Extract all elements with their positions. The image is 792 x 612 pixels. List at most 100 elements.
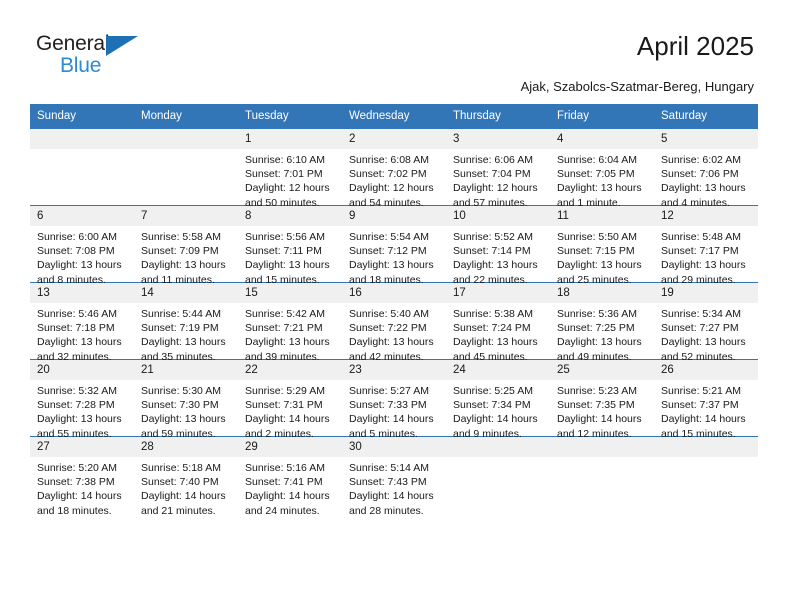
day-cell-inner: 3 Sunrise: 6:06 AM Sunset: 7:04 PM Daylight… [446,129,550,209]
day-detail-line: Sunset: 7:30 PM [141,399,219,412]
day-cell-inner: 13 Sunrise: 5:46 AM Sunset: 7:18 PM Dayligh… [30,283,134,363]
day-detail-line: and 18 minutes. [37,504,112,517]
day-number: 24 [446,360,550,380]
day-number: 5 [654,129,758,149]
day-sun-details: Sunrise: 5:34 AM Sunset: 7:27 PM Daylight:… [654,303,758,364]
day-sun-details: Sunrise: 5:16 AM Sunset: 7:41 PM Daylight:… [238,457,342,518]
day-detail-line: Daylight: 13 hours [349,336,434,349]
day-cell-inner: 10 Sunrise: 5:52 AM Sunset: 7:14 PM Dayligh… [446,206,550,286]
day-detail-line: Daylight: 13 hours [349,259,434,272]
day-number [134,129,238,149]
calendar-day-cell[interactable]: 1 Sunrise: 6:10 AM Sunset: 7:01 PM Daylight… [238,128,342,209]
day-detail-line: Sunrise: 5:16 AM [245,462,325,474]
day-detail-line: Daylight: 13 hours [37,259,122,272]
day-detail-line: Daylight: 13 hours [557,259,642,272]
calendar-day-cell[interactable]: 5 Sunrise: 6:02 AM Sunset: 7:06 PM Daylight… [654,128,758,209]
calendar-day-cell[interactable]: 29 Sunrise: 5:16 AM Sunset: 7:41 PM Dayligh… [238,436,342,517]
calendar-day-cell[interactable]: 15 Sunrise: 5:42 AM Sunset: 7:21 PM Dayligh… [238,282,342,363]
calendar-day-cell[interactable]: 11 Sunrise: 5:50 AM Sunset: 7:15 PM Dayligh… [550,205,654,286]
day-sun-details: Sunrise: 6:02 AM Sunset: 7:06 PM Daylight:… [654,149,758,210]
calendar-day-cell[interactable]: 2 Sunrise: 6:08 AM Sunset: 7:02 PM Daylight… [342,128,446,209]
calendar-day-cell[interactable]: 19 Sunrise: 5:34 AM Sunset: 7:27 PM Dayligh… [654,282,758,363]
day-detail-line: Sunrise: 5:40 AM [349,308,429,320]
day-detail-line: Daylight: 13 hours [557,336,642,349]
day-detail-line: Daylight: 13 hours [453,336,538,349]
day-number [550,437,654,457]
calendar-day-cell[interactable]: 27 Sunrise: 5:20 AM Sunset: 7:38 PM Dayligh… [30,436,134,517]
day-number: 3 [446,129,550,149]
calendar-day-cell[interactable]: 16 Sunrise: 5:40 AM Sunset: 7:22 PM Dayligh… [342,282,446,363]
day-number: 12 [654,206,758,226]
day-detail-line: Sunset: 7:31 PM [245,399,323,412]
calendar-day-cell[interactable]: 18 Sunrise: 5:36 AM Sunset: 7:25 PM Dayligh… [550,282,654,363]
day-sun-details: Sunrise: 5:14 AM Sunset: 7:43 PM Daylight:… [342,457,446,518]
calendar-day-cell[interactable]: 12 Sunrise: 5:48 AM Sunset: 7:17 PM Dayligh… [654,205,758,286]
calendar-day-cell[interactable]: 4 Sunrise: 6:04 AM Sunset: 7:05 PM Daylight… [550,128,654,209]
calendar-day-cell[interactable]: 10 Sunrise: 5:52 AM Sunset: 7:14 PM Dayligh… [446,205,550,286]
calendar-day-cell[interactable]: 8 Sunrise: 5:56 AM Sunset: 7:11 PM Daylight… [238,205,342,286]
day-detail-line: Sunset: 7:37 PM [661,399,739,412]
day-number: 27 [30,437,134,457]
day-cell-inner: 19 Sunrise: 5:34 AM Sunset: 7:27 PM Dayligh… [654,283,758,363]
day-cell-inner: 14 Sunrise: 5:44 AM Sunset: 7:19 PM Dayligh… [134,283,238,363]
day-detail-line: Daylight: 14 hours [661,413,746,426]
day-detail-line: Sunset: 7:09 PM [141,245,219,258]
day-detail-line: Sunrise: 5:25 AM [453,385,533,397]
day-cell-inner: 4 Sunrise: 6:04 AM Sunset: 7:05 PM Daylight… [550,129,654,209]
calendar-day-cell[interactable]: 14 Sunrise: 5:44 AM Sunset: 7:19 PM Dayligh… [134,282,238,363]
calendar-day-cell[interactable]: 23 Sunrise: 5:27 AM Sunset: 7:33 PM Dayligh… [342,359,446,440]
day-sun-details: Sunrise: 5:40 AM Sunset: 7:22 PM Daylight:… [342,303,446,364]
day-detail-line: Sunrise: 5:50 AM [557,231,637,243]
day-number: 18 [550,283,654,303]
day-detail-line: Sunset: 7:04 PM [453,168,531,181]
calendar-day-cell[interactable]: 13 Sunrise: 5:46 AM Sunset: 7:18 PM Dayligh… [30,282,134,363]
page-title: April 2025 [636,31,754,61]
day-detail-line: Sunrise: 5:20 AM [37,462,117,474]
day-cell-inner: 6 Sunrise: 6:00 AM Sunset: 7:08 PM Daylight… [30,206,134,286]
day-detail-line: Sunrise: 6:04 AM [557,154,637,166]
calendar-day-cell[interactable]: 6 Sunrise: 6:00 AM Sunset: 7:08 PM Daylight… [30,205,134,286]
calendar-day-cell[interactable]: 21 Sunrise: 5:30 AM Sunset: 7:30 PM Dayligh… [134,359,238,440]
day-number: 4 [550,129,654,149]
day-number: 16 [342,283,446,303]
calendar-week-row: 1 Sunrise: 6:10 AM Sunset: 7:01 PM Daylight… [30,128,758,209]
day-sun-details: Sunrise: 5:18 AM Sunset: 7:40 PM Daylight:… [134,457,238,518]
calendar-day-cell[interactable]: 22 Sunrise: 5:29 AM Sunset: 7:31 PM Dayligh… [238,359,342,440]
day-sun-details: Sunrise: 6:00 AM Sunset: 7:08 PM Daylight:… [30,226,134,287]
day-sun-details: Sunrise: 5:29 AM Sunset: 7:31 PM Daylight:… [238,380,342,441]
day-number: 7 [134,206,238,226]
day-detail-line: Sunset: 7:18 PM [37,322,115,335]
calendar-day-cell[interactable]: 28 Sunrise: 5:18 AM Sunset: 7:40 PM Dayligh… [134,436,238,517]
calendar-day-cell[interactable]: 3 Sunrise: 6:06 AM Sunset: 7:04 PM Daylight… [446,128,550,209]
weekday-header-saturday: Saturday [654,104,758,129]
day-cell-inner [134,129,238,205]
day-detail-line: Sunset: 7:05 PM [557,168,635,181]
day-number: 26 [654,360,758,380]
day-detail-line: Sunset: 7:41 PM [245,476,323,489]
day-cell-inner: 25 Sunrise: 5:23 AM Sunset: 7:35 PM Dayligh… [550,360,654,440]
day-detail-line: Daylight: 12 hours [453,182,538,195]
calendar-day-cell[interactable]: 30 Sunrise: 5:14 AM Sunset: 7:43 PM Dayligh… [342,436,446,517]
day-sun-details [30,149,134,153]
calendar-day-cell[interactable]: 17 Sunrise: 5:38 AM Sunset: 7:24 PM Dayligh… [446,282,550,363]
day-sun-details: Sunrise: 5:42 AM Sunset: 7:21 PM Daylight:… [238,303,342,364]
day-sun-details: Sunrise: 5:38 AM Sunset: 7:24 PM Daylight:… [446,303,550,364]
day-detail-line: Sunrise: 6:02 AM [661,154,741,166]
calendar-day-cell[interactable]: 25 Sunrise: 5:23 AM Sunset: 7:35 PM Dayligh… [550,359,654,440]
calendar-week-row: 6 Sunrise: 6:00 AM Sunset: 7:08 PM Daylight… [30,205,758,286]
calendar-day-cell[interactable]: 9 Sunrise: 5:54 AM Sunset: 7:12 PM Daylight… [342,205,446,286]
day-detail-line: Sunrise: 5:44 AM [141,308,221,320]
day-cell-inner: 24 Sunrise: 5:25 AM Sunset: 7:34 PM Dayligh… [446,360,550,440]
calendar-day-cell[interactable]: 26 Sunrise: 5:21 AM Sunset: 7:37 PM Dayligh… [654,359,758,440]
calendar-day-cell[interactable]: 7 Sunrise: 5:58 AM Sunset: 7:09 PM Daylight… [134,205,238,286]
calendar-page: General Blue April 2025 Ajak, Szabolcs-S… [0,0,792,612]
day-detail-line: Sunset: 7:33 PM [349,399,427,412]
day-detail-line: Sunrise: 5:18 AM [141,462,221,474]
day-detail-line: Daylight: 13 hours [141,413,226,426]
day-sun-details [550,457,654,461]
weekday-header-wednesday: Wednesday [342,104,446,129]
calendar-day-cell[interactable]: 24 Sunrise: 5:25 AM Sunset: 7:34 PM Dayligh… [446,359,550,440]
day-detail-line: Sunset: 7:40 PM [141,476,219,489]
calendar-day-cell[interactable]: 20 Sunrise: 5:32 AM Sunset: 7:28 PM Dayligh… [30,359,134,440]
day-detail-line: Sunset: 7:19 PM [141,322,219,335]
